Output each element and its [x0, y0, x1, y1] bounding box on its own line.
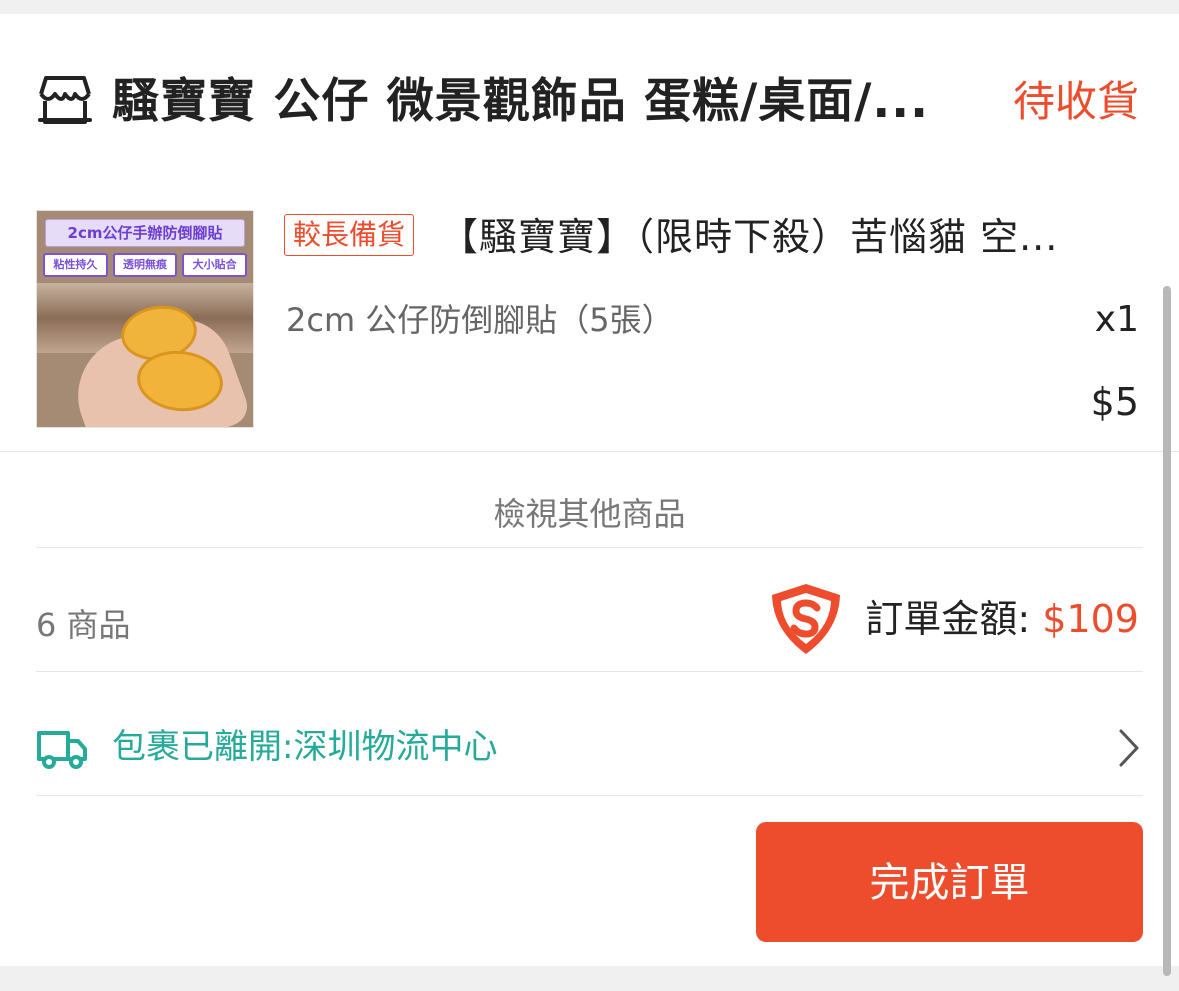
long-preorder-badge: 較長備貨: [284, 214, 415, 256]
product-title[interactable]: 【騷寶寶】（限時下殺）苦惱貓 空...: [440, 214, 1140, 260]
divider: [36, 671, 1143, 672]
truck-icon: [37, 731, 87, 769]
shipping-status-text: 包裹已離開:深圳物流中心: [112, 727, 498, 767]
product-thumbnail[interactable]: 2cm公仔手辦防倒腳貼 粘性持久 透明無痕 大小貼合: [36, 210, 254, 428]
shop-name[interactable]: 騷寶寶 公仔 微景觀飾品 蛋糕/桌面/...: [112, 72, 952, 132]
shop-icon: [38, 76, 92, 124]
thumbnail-title: 2cm公仔手辦防倒腳貼: [45, 219, 245, 247]
shipping-status-row[interactable]: 包裹已離開:深圳物流中心: [36, 716, 1143, 780]
order-total-text: 訂單金額: $109: [865, 589, 1139, 649]
item-count: 6 商品: [36, 606, 131, 644]
chevron-right-icon: [1119, 729, 1139, 767]
thumbnail-tag: 大小貼合: [182, 253, 248, 277]
view-other-items-link[interactable]: 檢視其他商品: [0, 484, 1179, 544]
order-total-label: 訂單金額:: [865, 597, 1043, 641]
order-status: 待收貨: [1012, 77, 1139, 126]
product-quantity: x1: [1094, 299, 1139, 340]
shopee-guarantee-shield-icon: [772, 584, 841, 654]
thumbnail-tag: 透明無痕: [112, 253, 178, 277]
thumbnail-tag: 粘性持久: [43, 253, 108, 277]
complete-order-button[interactable]: 完成訂單: [756, 822, 1143, 942]
order-total-value: $109: [1042, 597, 1139, 641]
thumbnail-tags: 粘性持久 透明無痕 大小貼合: [43, 253, 248, 277]
divider: [36, 795, 1143, 796]
scrollbar[interactable]: [1163, 286, 1171, 976]
divider: [36, 547, 1143, 548]
divider: [0, 451, 1179, 452]
product-price: $5: [1090, 380, 1139, 424]
order-total: 訂單金額: $109: [769, 582, 1139, 656]
order-card: 騷寶寶 公仔 微景觀飾品 蛋糕/桌面/... 待收貨 2cm公仔手辦防倒腳貼 粘…: [0, 14, 1179, 966]
product-variation: 2cm 公仔防倒腳貼（5張）: [286, 301, 674, 339]
